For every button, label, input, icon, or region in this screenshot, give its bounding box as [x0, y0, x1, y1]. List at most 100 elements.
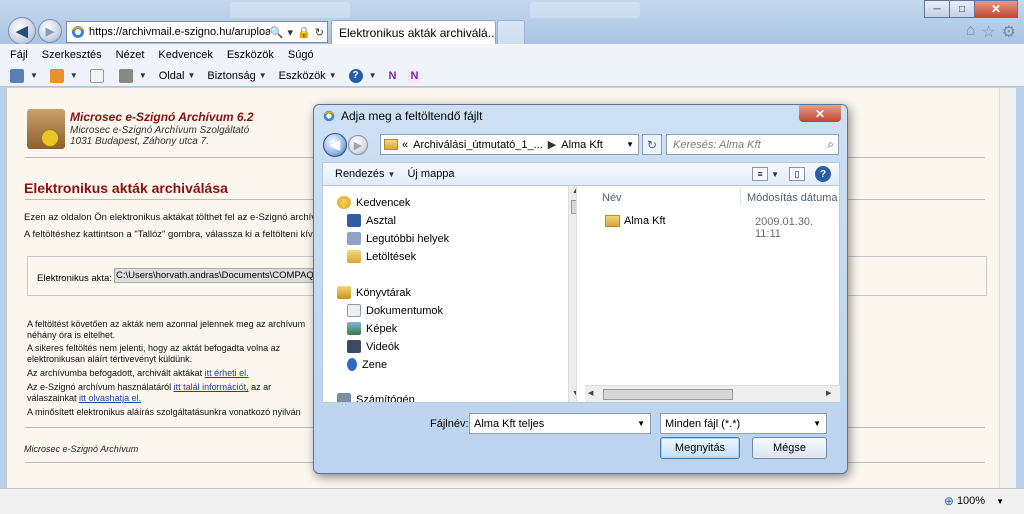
archived-files-link[interactable]: itt érheti el. — [205, 368, 249, 378]
scroll-left-icon[interactable]: ◀ — [588, 389, 593, 397]
view-options-button[interactable]: ≡ ▼ — [752, 167, 779, 181]
rss-icon — [49, 68, 64, 83]
dialog-breadcrumb[interactable]: « Archiválási_útmutató_1_... ▶ Alma Kft … — [380, 134, 639, 155]
dropdown-icon: ▼ — [387, 170, 396, 179]
page-menu[interactable]: Oldal ▼ — [159, 70, 196, 82]
dropdown-icon: ▼ — [258, 71, 267, 80]
scroll-thumb[interactable] — [603, 389, 733, 400]
address-bar[interactable]: https://archivmail.e-szigno.hu/arupload … — [66, 21, 328, 43]
tools-menu[interactable]: Eszközök ▼ — [279, 70, 337, 82]
file-list-scrollbar[interactable]: ◀ ▶ — [585, 385, 840, 402]
new-tab-button[interactable] — [497, 20, 525, 44]
nav-videos[interactable]: Videók — [347, 340, 399, 353]
upload-file-input[interactable]: C:\Users\horvath.andras\Documents\COMPAQ… — [114, 268, 324, 283]
menu-edit[interactable]: Szerkesztés — [42, 49, 102, 61]
chevron-right-icon[interactable]: ▶ — [548, 138, 556, 151]
videos-icon — [347, 340, 361, 353]
page-footer: Microsec e-Szignó Archívum — [24, 444, 139, 454]
dropdown-icon[interactable]: ▼ — [637, 419, 650, 428]
menu-help[interactable]: Súgó — [288, 49, 314, 61]
favorites-star-icon[interactable]: ☆ — [981, 22, 995, 42]
dialog-forward-button[interactable]: ▶ — [348, 135, 368, 155]
nav-favorites[interactable]: Kedvencek — [337, 196, 410, 209]
column-modified-header[interactable]: Módosítás dátuma — [747, 192, 838, 204]
maximize-button[interactable]: □ — [949, 0, 975, 18]
nav-label: Legutóbbi helyek — [366, 232, 450, 245]
column-name-header[interactable]: Név — [602, 192, 622, 204]
menu-favorites[interactable]: Kedvencek — [158, 49, 212, 61]
safety-menu[interactable]: Biztonság ▼ — [207, 70, 266, 82]
breadcrumb-segment[interactable]: Archiválási_útmutató_1_... — [413, 139, 543, 151]
nav-desktop[interactable]: Asztal — [347, 214, 396, 227]
nav-music[interactable]: Zene — [347, 358, 387, 371]
printer-icon — [118, 68, 133, 83]
filename-value[interactable]: Alma Kft teljes — [474, 418, 544, 430]
usage-info-link[interactable]: itt talál információt, — [174, 382, 249, 392]
onenote-command-2[interactable]: N — [408, 69, 421, 82]
search-icon[interactable]: 🔍 — [270, 26, 284, 39]
zoom-control[interactable]: ⊕ 100% ▼ — [944, 494, 1004, 508]
help-command[interactable]: ? ▼ — [348, 68, 377, 83]
back-button[interactable]: ◀ — [8, 17, 36, 45]
scroll-right-icon[interactable]: ▶ — [826, 389, 831, 397]
page-scrollbar[interactable] — [999, 88, 1016, 488]
print-command[interactable]: ▼ — [118, 68, 147, 83]
gear-icon[interactable]: ⚙ — [1002, 22, 1016, 42]
nav-pictures[interactable]: Képek — [347, 322, 397, 335]
dialog-refresh-button[interactable]: ↻ — [642, 134, 662, 155]
column-separator[interactable] — [740, 188, 741, 206]
menu-tools[interactable]: Eszközök — [227, 49, 274, 61]
breadcrumb-segment[interactable]: Alma Kft — [561, 139, 603, 151]
menu-view[interactable]: Nézet — [116, 49, 145, 61]
dialog-back-button[interactable]: ◀ — [323, 133, 347, 157]
dialog-help-icon[interactable]: ? — [815, 166, 831, 182]
minimize-button[interactable]: ─ — [924, 0, 950, 18]
tab-active[interactable]: Elektronikus akták archiválá... × — [331, 20, 496, 44]
search-icon[interactable]: ⌕ — [827, 137, 838, 152]
menu-file[interactable]: Fájl — [10, 49, 28, 61]
open-button[interactable]: Megnyitás — [660, 437, 740, 459]
nav-documents[interactable]: Dokumentumok — [347, 304, 443, 317]
filetype-select[interactable]: Minden fájl (*.*) ▼ — [660, 413, 827, 434]
dropdown-icon[interactable]: ▾ — [288, 26, 294, 39]
dropdown-icon[interactable]: ▼ — [622, 140, 638, 149]
answers-link[interactable]: itt olvashatja el. — [79, 393, 141, 403]
nav-scrollbar[interactable]: ▲ ▼ — [568, 186, 576, 402]
library-icon — [337, 286, 351, 299]
nav-recent-places[interactable]: Legutóbbi helyek — [347, 232, 449, 245]
nav-computer[interactable]: Számítógép — [337, 393, 415, 402]
forward-button[interactable]: ▶ — [38, 19, 62, 43]
dropdown-icon[interactable]: ▼ — [813, 419, 826, 428]
page-menu-label: Oldal — [158, 69, 185, 82]
feeds-command[interactable]: ▼ — [49, 68, 78, 83]
refresh-icon[interactable]: ↻ — [315, 26, 324, 39]
nav-libraries[interactable]: Könyvtárak — [337, 286, 411, 299]
computer-icon — [337, 393, 351, 402]
home-command[interactable]: ▼ — [10, 68, 38, 83]
onenote-command[interactable]: N — [389, 70, 397, 82]
scroll-thumb[interactable] — [571, 200, 576, 214]
breadcrumb-overflow[interactable]: « — [402, 139, 408, 151]
nav-downloads[interactable]: Letöltések — [347, 250, 416, 263]
address-url[interactable]: https://archivmail.e-szigno.hu/arupload — [89, 26, 270, 38]
archive-logo — [27, 109, 65, 149]
cancel-button[interactable]: Mégse — [752, 437, 827, 459]
home-icon — [10, 68, 24, 83]
lock-icon[interactable]: 🔒 — [297, 26, 311, 39]
dialog-close-button[interactable]: ✕ — [799, 105, 841, 122]
preview-pane-button[interactable]: ▯ — [789, 167, 805, 181]
scroll-up-icon[interactable]: ▲ — [572, 188, 576, 195]
close-window-button[interactable]: ✕ — [974, 0, 1018, 18]
info-text: válaszainkat itt olvashatja el. — [27, 392, 141, 404]
mail-command[interactable] — [89, 68, 107, 83]
new-folder-button[interactable]: Új mappa — [407, 168, 454, 180]
list-item[interactable]: Alma Kft — [605, 215, 666, 227]
safety-menu-label: Biztonság — [207, 69, 256, 82]
organize-button[interactable]: Rendezés ▼ — [335, 168, 395, 180]
filename-input[interactable]: Alma Kft teljes ▼ — [469, 413, 651, 434]
dialog-search-input[interactable]: Keresés: Alma Kft ⌕ — [666, 134, 839, 155]
nav-label: Kedvencek — [356, 196, 411, 209]
home-icon[interactable]: ⌂ — [966, 22, 976, 42]
scroll-down-icon[interactable]: ▼ — [572, 390, 576, 397]
info-text: az ar — [251, 382, 272, 392]
